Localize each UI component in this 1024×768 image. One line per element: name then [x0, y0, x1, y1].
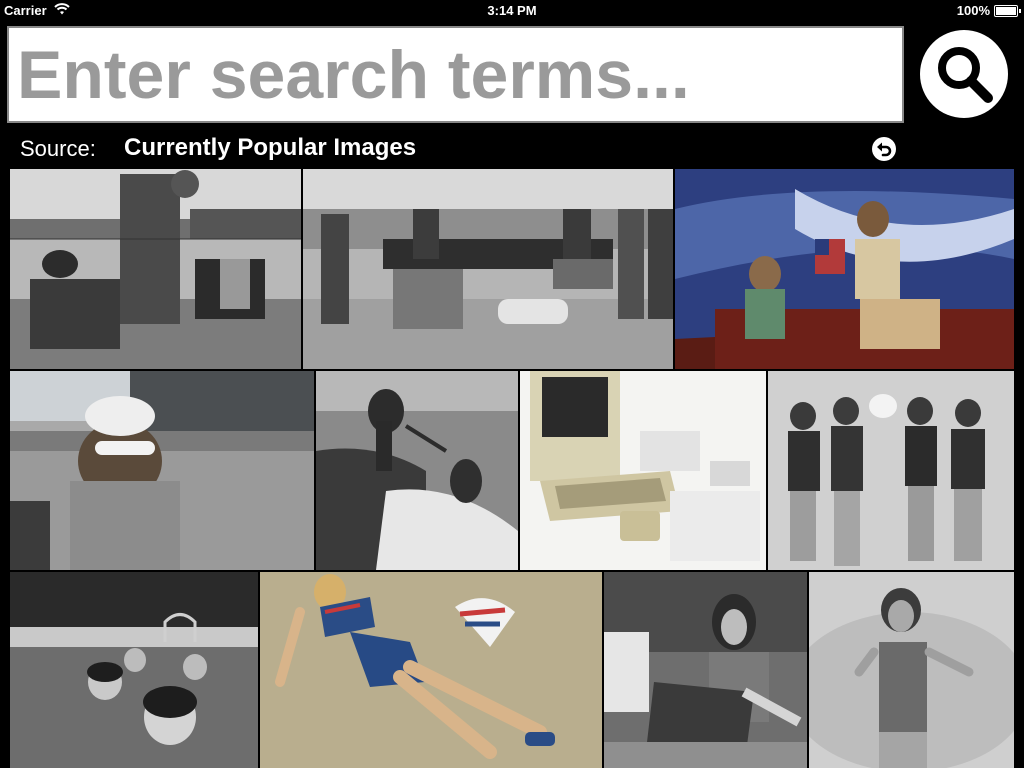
image-tile-9[interactable]	[260, 572, 602, 768]
image-tile-1[interactable]	[10, 169, 301, 369]
image-tile-11[interactable]	[809, 572, 1014, 768]
image-tile-8[interactable]	[10, 572, 258, 768]
battery-percent: 100%	[956, 3, 990, 18]
image-tile-2[interactable]	[303, 169, 673, 369]
image-tile-5[interactable]	[316, 371, 518, 570]
image-tile-3[interactable]	[675, 169, 1014, 369]
search-input[interactable]	[7, 26, 904, 123]
image-tile-6[interactable]	[520, 371, 766, 570]
image-tile-4[interactable]	[10, 371, 314, 570]
image-tile-10[interactable]	[604, 572, 807, 768]
image-tile-7[interactable]	[768, 371, 1014, 570]
source-row: Source: Currently Popular Images	[0, 131, 1024, 165]
reset-source-button[interactable]	[872, 137, 896, 161]
search-button[interactable]	[920, 30, 1008, 118]
battery-icon	[994, 5, 1021, 17]
status-bar: Carrier 3:14 PM 100%	[0, 0, 1024, 20]
source-value[interactable]: Currently Popular Images	[124, 134, 416, 162]
clock: 3:14 PM	[487, 3, 537, 18]
source-label: Source:	[20, 136, 96, 161]
